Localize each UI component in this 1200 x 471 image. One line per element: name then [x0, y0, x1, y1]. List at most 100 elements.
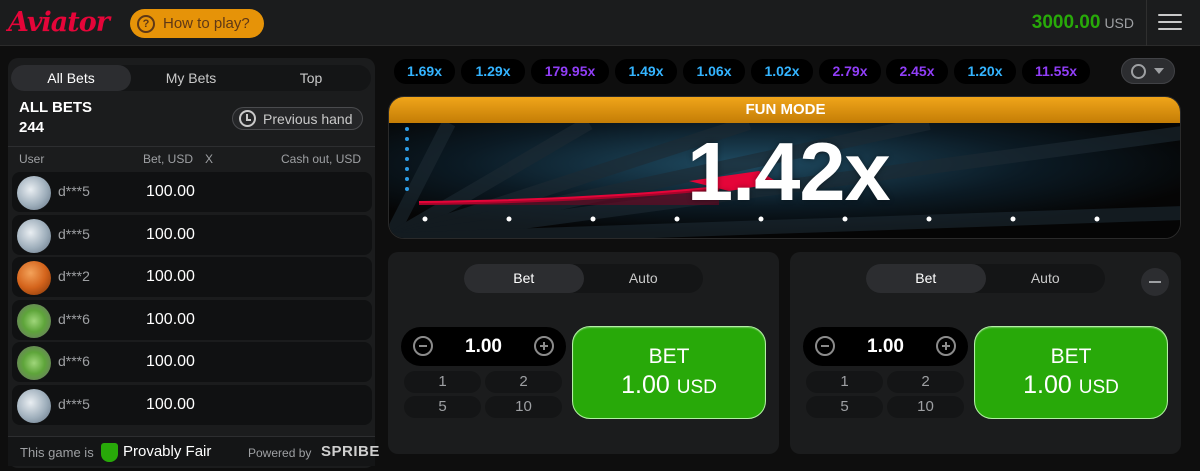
aviator-logo: Aviator — [8, 7, 110, 38]
current-multiplier: 1.42x — [687, 125, 891, 218]
tab-auto[interactable]: Auto — [986, 264, 1106, 293]
history-item[interactable]: 1.02x — [751, 59, 813, 84]
avatar — [17, 303, 51, 338]
row-bet: 100.00 — [146, 225, 195, 243]
quick-amount-button[interactable]: 1 — [806, 371, 883, 393]
row-user: d***5 — [58, 183, 90, 199]
bets-table-header: User Bet, USD X Cash out, USD — [8, 146, 375, 168]
balance-currency: USD — [1104, 15, 1134, 31]
table-row: d***5 100.00 — [12, 172, 372, 212]
balance-display: 3000.00 USD — [1032, 12, 1134, 34]
quick-amount-button[interactable]: 2 — [485, 371, 562, 393]
bet-button-amount: 1.00 — [621, 371, 670, 399]
bet-mode-tabs: Bet Auto — [464, 264, 703, 293]
history-item[interactable]: 2.45x — [886, 59, 948, 84]
tab-bet[interactable]: Bet — [464, 264, 584, 293]
shield-check-icon — [101, 443, 118, 462]
table-row: d***5 100.00 — [12, 384, 372, 425]
chevron-down-icon — [1154, 68, 1164, 74]
quick-amount-button[interactable]: 5 — [806, 396, 883, 418]
tab-my-bets[interactable]: My Bets — [131, 65, 251, 91]
balance-amount: 3000.00 — [1031, 12, 1101, 33]
tab-all-bets[interactable]: All Bets — [11, 65, 131, 91]
table-row: d***6 100.00 — [12, 299, 372, 340]
bet-button-currency: USD — [1078, 377, 1119, 398]
history-item[interactable]: 1.29x — [461, 59, 525, 84]
bet-button-label: BET — [1050, 345, 1092, 368]
table-row: d***6 100.00 — [12, 342, 372, 383]
provably-fair-footer: This game is Provably Fair Powered by SP… — [8, 436, 379, 466]
history-item[interactable]: 1.20x — [954, 59, 1016, 84]
bet-panel-1: Bet Auto 1.00 1 2 5 10 BET 1.00 USD — [388, 252, 779, 454]
history-item[interactable]: 1.06x — [683, 59, 745, 84]
row-bet: 100.00 — [146, 395, 195, 413]
column-cashout: Cash out, USD — [281, 152, 362, 166]
bets-list: d***5 100.00 d***5 100.00 d***2 100.00 d… — [12, 172, 372, 428]
bets-tabs: All Bets My Bets Top — [11, 65, 371, 91]
row-user: d***5 — [58, 225, 90, 242]
bet-button-amount: 1.00 — [1023, 371, 1072, 399]
row-user: d***5 — [58, 395, 90, 412]
row-user: d***6 — [58, 310, 90, 327]
history-item[interactable]: 2.79x — [819, 59, 881, 84]
quick-amount-button[interactable]: 10 — [887, 396, 964, 418]
row-user: d***6 — [58, 353, 90, 370]
bet-amount-stepper: 1.00 — [803, 327, 968, 366]
quick-amount-button[interactable]: 1 — [404, 371, 481, 393]
spribe-logo: SPRIBE — [321, 443, 380, 460]
increase-bet-icon[interactable] — [936, 336, 956, 356]
previous-hand-label: Previous hand — [263, 110, 353, 127]
fun-mode-banner: FUN MODE — [389, 97, 1180, 123]
avatar — [17, 176, 51, 210]
multiplier-history: 1.69x 1.29x 179.95x 1.49x 1.06x 1.02x 2.… — [394, 59, 1114, 85]
hamburger-menu-icon[interactable] — [1158, 14, 1182, 32]
column-bet: Bet, USD — [143, 152, 194, 166]
increase-bet-icon[interactable] — [534, 336, 554, 356]
history-icon — [239, 110, 256, 127]
bet-mode-tabs: Bet Auto — [866, 264, 1105, 293]
quick-amount-button[interactable]: 10 — [485, 396, 562, 418]
place-bet-button[interactable]: BET 1.00 USD — [572, 326, 766, 419]
remove-panel-icon[interactable] — [1141, 268, 1169, 296]
all-bets-title: ALL BETS — [19, 99, 93, 116]
top-bar: Aviator ? How to play? 3000.00 USD — [0, 0, 1200, 46]
quick-amount-button[interactable]: 2 — [887, 371, 964, 393]
tab-top[interactable]: Top — [251, 65, 371, 91]
table-row: d***2 100.00 — [12, 257, 372, 298]
this-game-is-label: This game is — [20, 445, 94, 460]
history-item[interactable]: 179.95x — [531, 59, 609, 84]
row-bet: 100.00 — [146, 183, 195, 200]
history-item[interactable]: 1.69x — [394, 59, 455, 84]
history-item[interactable]: 1.49x — [615, 59, 677, 84]
table-row: d***5 100.00 — [12, 214, 372, 255]
previous-hand-button[interactable]: Previous hand — [232, 107, 363, 130]
question-icon: ? — [137, 14, 155, 33]
row-bet: 100.00 — [146, 353, 195, 371]
game-canvas: FUN MODE 1.42x — [388, 96, 1181, 239]
tab-bet[interactable]: Bet — [866, 264, 986, 293]
avatar — [17, 218, 51, 253]
avatar — [17, 261, 51, 296]
history-item[interactable]: 11.55x — [1022, 59, 1090, 84]
provably-fair-link[interactable]: Provably Fair — [123, 443, 211, 460]
bet-button-label: BET — [648, 345, 690, 368]
column-user: User — [19, 152, 45, 166]
powered-by-label: Powered by — [248, 446, 312, 460]
row-bet: 100.00 — [146, 268, 195, 286]
avatar — [17, 388, 51, 423]
header-divider — [1146, 0, 1147, 46]
bets-panel: All Bets My Bets Top ALL BETS 244 Previo… — [8, 58, 375, 468]
row-bet: 100.00 — [146, 310, 195, 328]
bet-button-currency: USD — [676, 377, 717, 398]
all-bets-count: 244 — [19, 119, 45, 136]
history-dropdown-button[interactable] — [1121, 58, 1175, 84]
how-to-play-button[interactable]: ? How to play? — [130, 9, 264, 38]
clock-icon — [1131, 64, 1146, 79]
bet-amount-stepper: 1.00 — [401, 327, 566, 366]
place-bet-button[interactable]: BET 1.00 USD — [974, 326, 1168, 419]
column-x: X — [205, 152, 214, 166]
quick-amount-button[interactable]: 5 — [404, 396, 481, 418]
tab-auto[interactable]: Auto — [584, 264, 704, 293]
bet-panel-2: Bet Auto 1.00 1 2 5 10 BET 1.00 USD — [790, 252, 1181, 454]
row-user: d***2 — [58, 268, 90, 285]
